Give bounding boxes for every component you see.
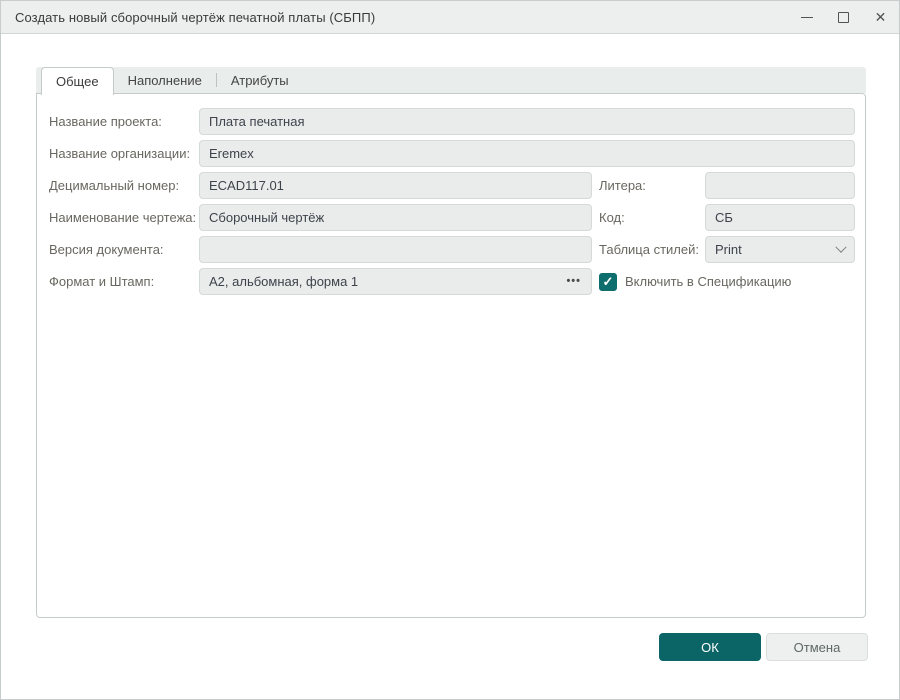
ellipsis-icon: •••: [566, 275, 581, 287]
project-name-input[interactable]: [199, 108, 855, 135]
litera-label: Литера:: [599, 178, 646, 193]
style-table-label: Таблица стилей:: [599, 242, 699, 257]
window-controls: ✕: [788, 1, 899, 33]
cancel-button[interactable]: Отмена: [766, 633, 868, 661]
title-bar: Создать новый сборочный чертёж печатной …: [1, 1, 899, 34]
tab-napolnenie[interactable]: Наполнение: [114, 67, 216, 93]
decimal-number-label: Децимальный номер:: [49, 178, 180, 193]
ok-button[interactable]: ОК: [659, 633, 761, 661]
tab-page-general: Название проекта: Название организации: …: [36, 93, 866, 618]
organization-name-input[interactable]: [199, 140, 855, 167]
format-stamp-label: Формат и Штамп:: [49, 274, 155, 289]
chevron-down-icon: [835, 241, 847, 253]
drawing-name-input[interactable]: [199, 204, 592, 231]
dialog-footer: ОК Отмена: [659, 633, 868, 661]
document-version-label: Версия документа:: [49, 242, 164, 257]
code-input[interactable]: [705, 204, 855, 231]
decimal-number-input[interactable]: [199, 172, 592, 199]
browse-button[interactable]: •••: [565, 276, 582, 287]
include-spec-checkbox-row[interactable]: ✓ Включить в Спецификацию: [599, 268, 791, 295]
close-icon: ✕: [874, 9, 887, 25]
organization-name-label: Название организации:: [49, 146, 191, 161]
style-table-value: Print: [715, 242, 742, 257]
format-stamp-field[interactable]: А2, альбомная, форма 1 •••: [199, 268, 592, 295]
tab-attributes-label: Атрибуты: [230, 72, 289, 88]
litera-input[interactable]: [705, 172, 855, 199]
tab-strip: Общее Наполнение Атрибуты: [36, 67, 866, 95]
drawing-name-label: Наименование чертежа:: [49, 210, 197, 225]
format-stamp-value: А2, альбомная, форма 1: [209, 274, 359, 289]
tab-general[interactable]: Общее: [41, 67, 114, 95]
maximize-icon: [838, 11, 849, 23]
document-version-input[interactable]: [199, 236, 592, 263]
maximize-button[interactable]: [825, 1, 862, 33]
dialog-window: Создать новый сборочный чертёж печатной …: [0, 0, 900, 700]
window-title: Создать новый сборочный чертёж печатной …: [15, 9, 376, 25]
tab-napolnenie-label: Наполнение: [127, 72, 202, 88]
minimize-button[interactable]: [788, 1, 825, 33]
include-spec-checkbox[interactable]: ✓: [599, 272, 617, 291]
tab-general-label: Общее: [56, 74, 99, 89]
close-button[interactable]: ✕: [862, 1, 899, 33]
style-table-select[interactable]: Print: [705, 236, 855, 263]
check-icon: ✓: [602, 273, 614, 289]
project-name-label: Название проекта:: [49, 114, 162, 129]
tab-attributes[interactable]: Атрибуты: [217, 67, 303, 93]
code-label: Код:: [599, 210, 625, 225]
include-spec-label: Включить в Спецификацию: [625, 274, 792, 289]
minimize-icon: [800, 16, 813, 18]
